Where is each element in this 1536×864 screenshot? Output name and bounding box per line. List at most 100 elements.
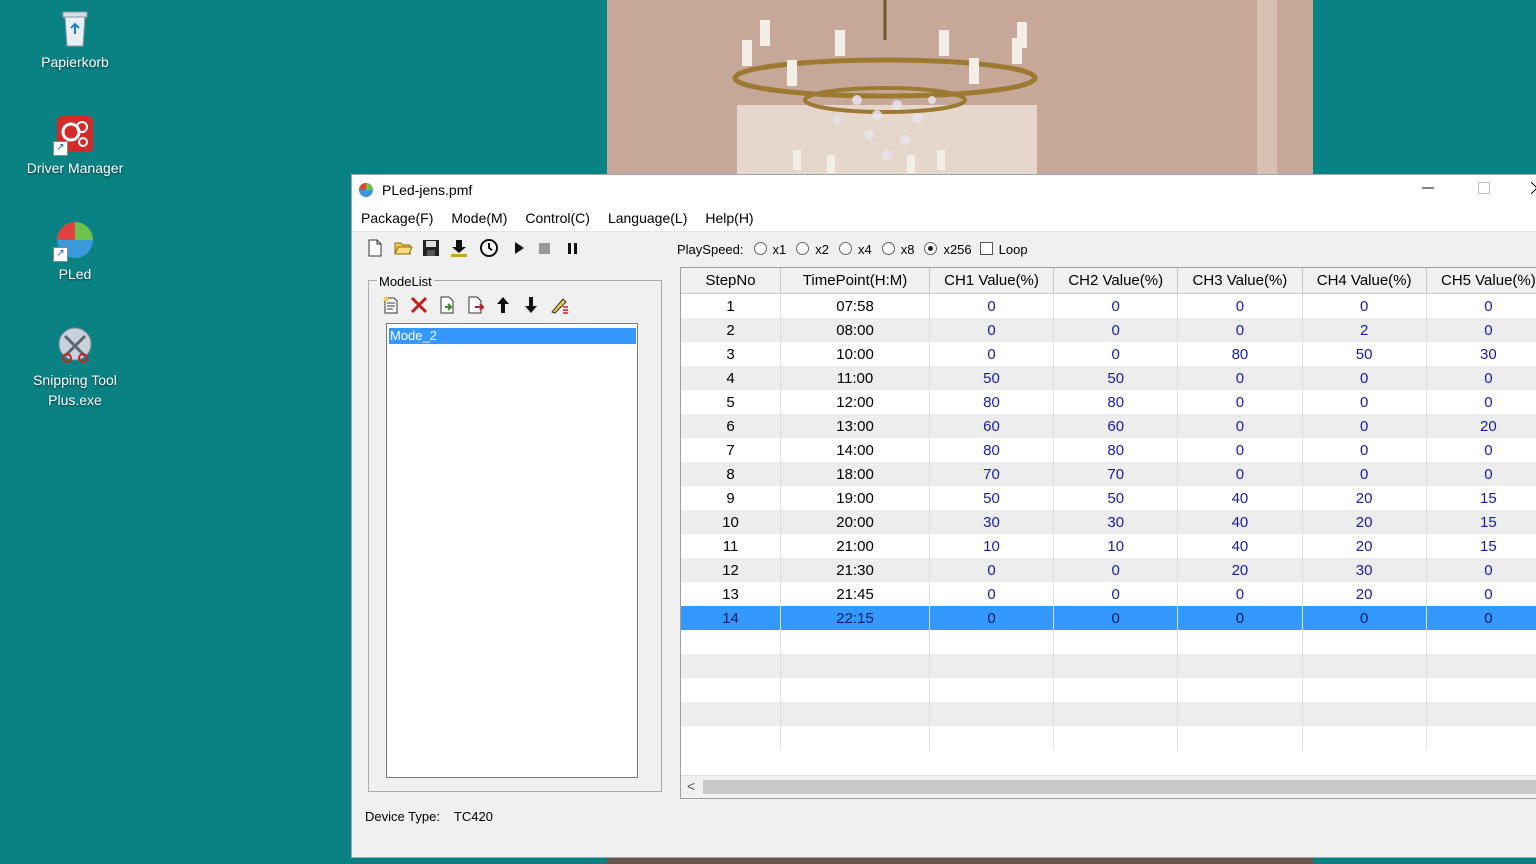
table-cell[interactable]: 0 [1302, 366, 1427, 390]
new-file-button[interactable] [365, 238, 385, 258]
table-cell[interactable]: 0 [1177, 390, 1303, 414]
table-cell[interactable]: 0 [1053, 318, 1179, 342]
table-cell[interactable]: 50 [929, 366, 1055, 390]
table-cell[interactable]: 21:00 [780, 534, 930, 558]
table-cell[interactable]: 0 [1302, 390, 1427, 414]
table-row[interactable]: 7 14:00 80 80 0 0 0 [681, 438, 1536, 462]
close-button[interactable] [1517, 175, 1536, 206]
table-cell[interactable]: 20:00 [780, 510, 930, 534]
table-cell[interactable]: 0 [929, 558, 1055, 582]
table-cell[interactable]: 30 [1053, 510, 1179, 534]
table-cell[interactable]: 7 [681, 438, 782, 462]
table-cell[interactable]: 20 [1302, 486, 1427, 510]
table-cell[interactable]: 10 [681, 510, 782, 534]
table-cell[interactable]: 50 [1302, 342, 1427, 366]
play-button[interactable] [509, 238, 529, 258]
table-row[interactable]: 9 19:00 50 50 40 20 15 [681, 486, 1536, 510]
title-bar[interactable]: PLed-jens.pmf [352, 175, 1536, 206]
table-cell[interactable]: 20 [1177, 558, 1303, 582]
desktop-icon-recycle-bin[interactable]: Papierkorb [18, 6, 132, 72]
table-cell[interactable]: 13:00 [780, 414, 930, 438]
table-cell[interactable]: 0 [929, 606, 1055, 630]
table-cell[interactable]: 22:15 [780, 606, 930, 630]
table-cell[interactable]: 0 [1426, 462, 1536, 486]
table-cell[interactable]: 0 [1426, 606, 1536, 630]
table-cell[interactable]: 3 [681, 342, 782, 366]
speed-radio-x2[interactable] [796, 242, 810, 255]
desktop-icon-driver-manager[interactable]: ↗ Driver Manager [18, 112, 132, 178]
table-cell[interactable]: 0 [1177, 582, 1303, 606]
table-cell[interactable]: 80 [929, 390, 1055, 414]
table-row[interactable]: 14 22:15 0 0 0 0 0 [681, 606, 1536, 630]
table-cell[interactable]: 14 [681, 606, 782, 630]
speed-radio-x4[interactable] [838, 242, 852, 255]
table-cell[interactable]: 30 [1426, 342, 1536, 366]
table-cell[interactable]: 10 [929, 534, 1055, 558]
minimize-button[interactable] [1405, 175, 1451, 206]
table-cell[interactable]: 11:00 [780, 366, 930, 390]
menu-package[interactable]: Package(F) [352, 206, 442, 226]
table-cell[interactable]: 0 [1177, 293, 1303, 318]
table-cell[interactable]: 30 [929, 510, 1055, 534]
table-cell[interactable]: 50 [1053, 486, 1179, 510]
table-cell[interactable]: 13 [681, 582, 782, 606]
table-cell[interactable]: 20 [1302, 534, 1427, 558]
table-cell[interactable]: 0 [1426, 438, 1536, 462]
table-cell[interactable]: 9 [681, 486, 782, 510]
table-cell[interactable]: 19:00 [780, 486, 930, 510]
speed-radio-x256[interactable] [924, 242, 938, 255]
table-row[interactable]: 11 21:00 10 10 40 20 15 [681, 534, 1536, 558]
move-up-button[interactable] [493, 295, 513, 315]
table-cell[interactable]: 0 [1053, 606, 1179, 630]
table-cell[interactable]: 0 [1426, 558, 1536, 582]
table-cell[interactable]: 0 [1177, 414, 1303, 438]
table-cell[interactable]: 07:58 [780, 293, 930, 318]
edit-mode-button[interactable] [549, 295, 569, 315]
delete-mode-button[interactable] [409, 295, 429, 315]
desktop-icon-pled[interactable]: ↗ PLed [18, 218, 132, 284]
table-row[interactable]: 13 21:45 0 0 0 20 0 [681, 582, 1536, 606]
scroll-thumb[interactable] [703, 780, 1536, 794]
table-cell[interactable]: 50 [1053, 366, 1179, 390]
column-header[interactable]: CH1 Value(%) [929, 268, 1055, 294]
table-cell[interactable]: 80 [929, 438, 1055, 462]
column-header[interactable]: CH4 Value(%) [1302, 268, 1427, 294]
table-cell[interactable]: 0 [1302, 293, 1427, 318]
column-header[interactable]: TimePoint(H:M) [780, 268, 930, 294]
table-cell[interactable]: 20 [1426, 414, 1536, 438]
table-cell[interactable]: 30 [1302, 558, 1427, 582]
table-cell[interactable]: 0 [1302, 606, 1427, 630]
column-header[interactable]: CH3 Value(%) [1177, 268, 1303, 294]
speed-radio-x1[interactable] [753, 242, 767, 255]
scroll-left-icon[interactable]: < [687, 778, 695, 794]
table-cell[interactable]: 0 [1177, 318, 1303, 342]
table-row[interactable]: 2 08:00 0 0 0 2 0 [681, 318, 1536, 342]
table-cell[interactable]: 1 [681, 293, 782, 318]
step-grid[interactable]: StepNo TimePoint(H:M) CH1 Value(%) CH2 Valu… [680, 267, 1536, 799]
table-cell[interactable]: 21:30 [780, 558, 930, 582]
import-mode-button[interactable] [437, 295, 457, 315]
table-cell[interactable]: 40 [1177, 486, 1303, 510]
maximize-button[interactable] [1461, 175, 1507, 206]
menu-language[interactable]: Language(L) [599, 206, 696, 226]
table-cell[interactable]: 0 [1053, 558, 1179, 582]
table-cell[interactable]: 50 [929, 486, 1055, 510]
stop-button[interactable] [535, 238, 555, 258]
table-row[interactable]: 5 12:00 80 80 0 0 0 [681, 390, 1536, 414]
column-header[interactable]: CH5 Value(%) [1426, 268, 1536, 294]
table-cell[interactable]: 21:45 [780, 582, 930, 606]
table-cell[interactable]: 14:00 [780, 438, 930, 462]
table-cell[interactable]: 6 [681, 414, 782, 438]
table-cell[interactable]: 0 [1053, 293, 1179, 318]
table-cell[interactable]: 2 [1302, 318, 1427, 342]
column-header[interactable]: StepNo [681, 268, 782, 294]
table-cell[interactable]: 5 [681, 390, 782, 414]
menu-control[interactable]: Control(C) [516, 206, 599, 226]
table-cell[interactable]: 15 [1426, 534, 1536, 558]
table-cell[interactable]: 0 [1177, 438, 1303, 462]
table-row[interactable]: 4 11:00 50 50 0 0 0 [681, 366, 1536, 390]
table-cell[interactable]: 40 [1177, 510, 1303, 534]
table-cell[interactable]: 8 [681, 462, 782, 486]
clock-button[interactable] [479, 238, 499, 258]
table-cell[interactable]: 0 [1053, 342, 1179, 366]
